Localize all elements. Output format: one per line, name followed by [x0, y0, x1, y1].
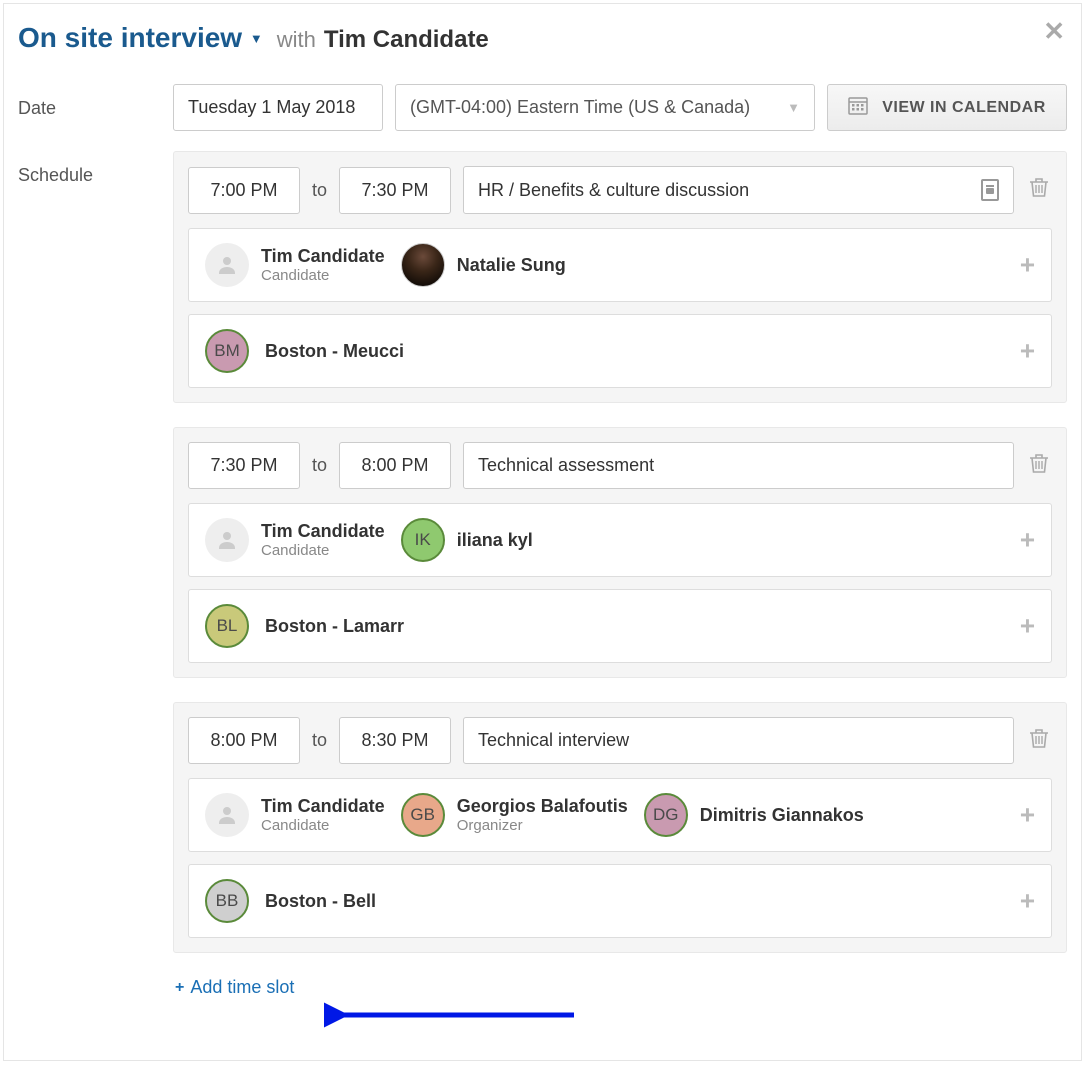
room-name: Boston - Lamarr	[265, 616, 404, 637]
schedule-label: Schedule	[18, 151, 173, 186]
time-slot-card: 7:00 PM to 7:30 PM HR / Benefits & culture …	[173, 151, 1067, 403]
attendee-name: Tim Candidate	[261, 246, 385, 267]
chevron-down-icon: ▼	[250, 31, 263, 46]
slot-time-row: 8:00 PM to 8:30 PM Technical interview	[188, 717, 1052, 764]
attendee: GB Georgios BalafoutisOrganizer	[401, 793, 628, 837]
schedule-row: Schedule 7:00 PM to 7:30 PM HR / Benefits &…	[18, 151, 1067, 998]
to-label: to	[312, 730, 327, 751]
candidate-name: Tim Candidate	[324, 26, 489, 54]
to-label: to	[312, 180, 327, 201]
attendees-panel: Tim CandidateCandidate GB Georgios Balafou…	[188, 778, 1052, 852]
delete-slot-button[interactable]	[1026, 443, 1052, 489]
add-attendee-button[interactable]: +	[1020, 525, 1035, 556]
interview-dialog: ✕ On site interview ▼ with Tim Candidate…	[3, 3, 1082, 1061]
delete-slot-button[interactable]	[1026, 167, 1052, 213]
attendees-panel: Tim CandidateCandidate Natalie Sung +	[188, 228, 1052, 302]
room-avatar: BL	[205, 604, 249, 648]
attendees-panel: Tim CandidateCandidate IK iliana kyl +	[188, 503, 1052, 577]
plus-icon: +	[175, 979, 184, 997]
delete-slot-button[interactable]	[1026, 718, 1052, 764]
slot-time-row: 7:00 PM to 7:30 PM HR / Benefits & culture …	[188, 166, 1052, 214]
attendee: IK iliana kyl	[401, 518, 533, 562]
close-icon[interactable]: ✕	[1043, 16, 1065, 47]
date-input[interactable]: Tuesday 1 May 2018	[173, 84, 383, 131]
add-room-button[interactable]: +	[1020, 611, 1035, 642]
attendee-name: Georgios Balafoutis	[457, 796, 628, 817]
slot-time-row: 7:30 PM to 8:00 PM Technical assessment	[188, 442, 1052, 489]
attendee-name: Tim Candidate	[261, 521, 385, 542]
add-time-slot-button[interactable]: + Add time slot	[175, 977, 294, 998]
view-in-calendar-button[interactable]: VIEW IN CALENDAR	[827, 84, 1067, 131]
room-avatar: BB	[205, 879, 249, 923]
avatar	[401, 243, 445, 287]
timezone-value: (GMT-04:00) Eastern Time (US & Canada)	[410, 97, 750, 118]
topic-text: Technical interview	[478, 730, 629, 751]
room-panel: BM Boston - Meucci +	[188, 314, 1052, 388]
date-row: Date Tuesday 1 May 2018 (GMT-04:00) East…	[18, 84, 1067, 131]
to-label: to	[312, 455, 327, 476]
add-attendee-button[interactable]: +	[1020, 250, 1035, 281]
view-calendar-label: VIEW IN CALENDAR	[882, 99, 1046, 117]
room-panel: BB Boston - Bell +	[188, 864, 1052, 938]
attendee-role: Candidate	[261, 542, 385, 559]
room-name: Boston - Meucci	[265, 341, 404, 362]
attendee: Tim CandidateCandidate	[205, 518, 385, 562]
attendee-name: Tim Candidate	[261, 796, 385, 817]
start-time-input[interactable]: 7:00 PM	[188, 167, 300, 214]
add-slot-label: Add time slot	[190, 977, 294, 998]
room-avatar: BM	[205, 329, 249, 373]
date-value: Tuesday 1 May 2018	[188, 97, 355, 118]
topic-input[interactable]: Technical interview	[463, 717, 1014, 764]
attendee-name: Dimitris Giannakos	[700, 805, 864, 826]
avatar	[205, 243, 249, 287]
attendee-role: Candidate	[261, 817, 385, 834]
topic-text: Technical assessment	[478, 455, 654, 476]
end-time-input[interactable]: 7:30 PM	[339, 167, 451, 214]
chevron-down-icon: ▼	[787, 100, 800, 115]
avatar: IK	[401, 518, 445, 562]
time-slot-card: 7:30 PM to 8:00 PM Technical assessment Tim …	[173, 427, 1067, 678]
interview-type-dropdown[interactable]: On site interview ▼	[18, 22, 263, 54]
timezone-select[interactable]: (GMT-04:00) Eastern Time (US & Canada) ▼	[395, 84, 815, 131]
with-label: with	[277, 27, 316, 53]
end-time-input[interactable]: 8:00 PM	[339, 442, 451, 489]
room-panel: BL Boston - Lamarr +	[188, 589, 1052, 663]
topic-input[interactable]: HR / Benefits & culture discussion	[463, 166, 1014, 214]
topic-text: HR / Benefits & culture discussion	[478, 180, 749, 201]
attendee-role: Candidate	[261, 267, 385, 284]
date-label: Date	[18, 84, 173, 119]
room-name: Boston - Bell	[265, 891, 376, 912]
attendee: DG Dimitris Giannakos	[644, 793, 864, 837]
dialog-header: On site interview ▼ with Tim Candidate	[18, 22, 1067, 54]
scorecard-icon[interactable]	[981, 179, 999, 201]
attendee: Natalie Sung	[401, 243, 566, 287]
start-time-input[interactable]: 7:30 PM	[188, 442, 300, 489]
end-time-input[interactable]: 8:30 PM	[339, 717, 451, 764]
avatar	[205, 518, 249, 562]
add-room-button[interactable]: +	[1020, 886, 1035, 917]
avatar: GB	[401, 793, 445, 837]
annotation-arrow	[324, 1000, 584, 1030]
attendee: Tim CandidateCandidate	[205, 793, 385, 837]
attendee-name: Natalie Sung	[457, 255, 566, 276]
avatar: DG	[644, 793, 688, 837]
add-attendee-button[interactable]: +	[1020, 800, 1035, 831]
attendee-name: iliana kyl	[457, 530, 533, 551]
attendee-role: Organizer	[457, 817, 628, 834]
calendar-icon	[848, 95, 868, 120]
attendee: Tim CandidateCandidate	[205, 243, 385, 287]
avatar	[205, 793, 249, 837]
start-time-input[interactable]: 8:00 PM	[188, 717, 300, 764]
topic-input[interactable]: Technical assessment	[463, 442, 1014, 489]
add-room-button[interactable]: +	[1020, 336, 1035, 367]
time-slot-card: 8:00 PM to 8:30 PM Technical interview Tim C…	[173, 702, 1067, 953]
interview-type-label: On site interview	[18, 22, 242, 53]
